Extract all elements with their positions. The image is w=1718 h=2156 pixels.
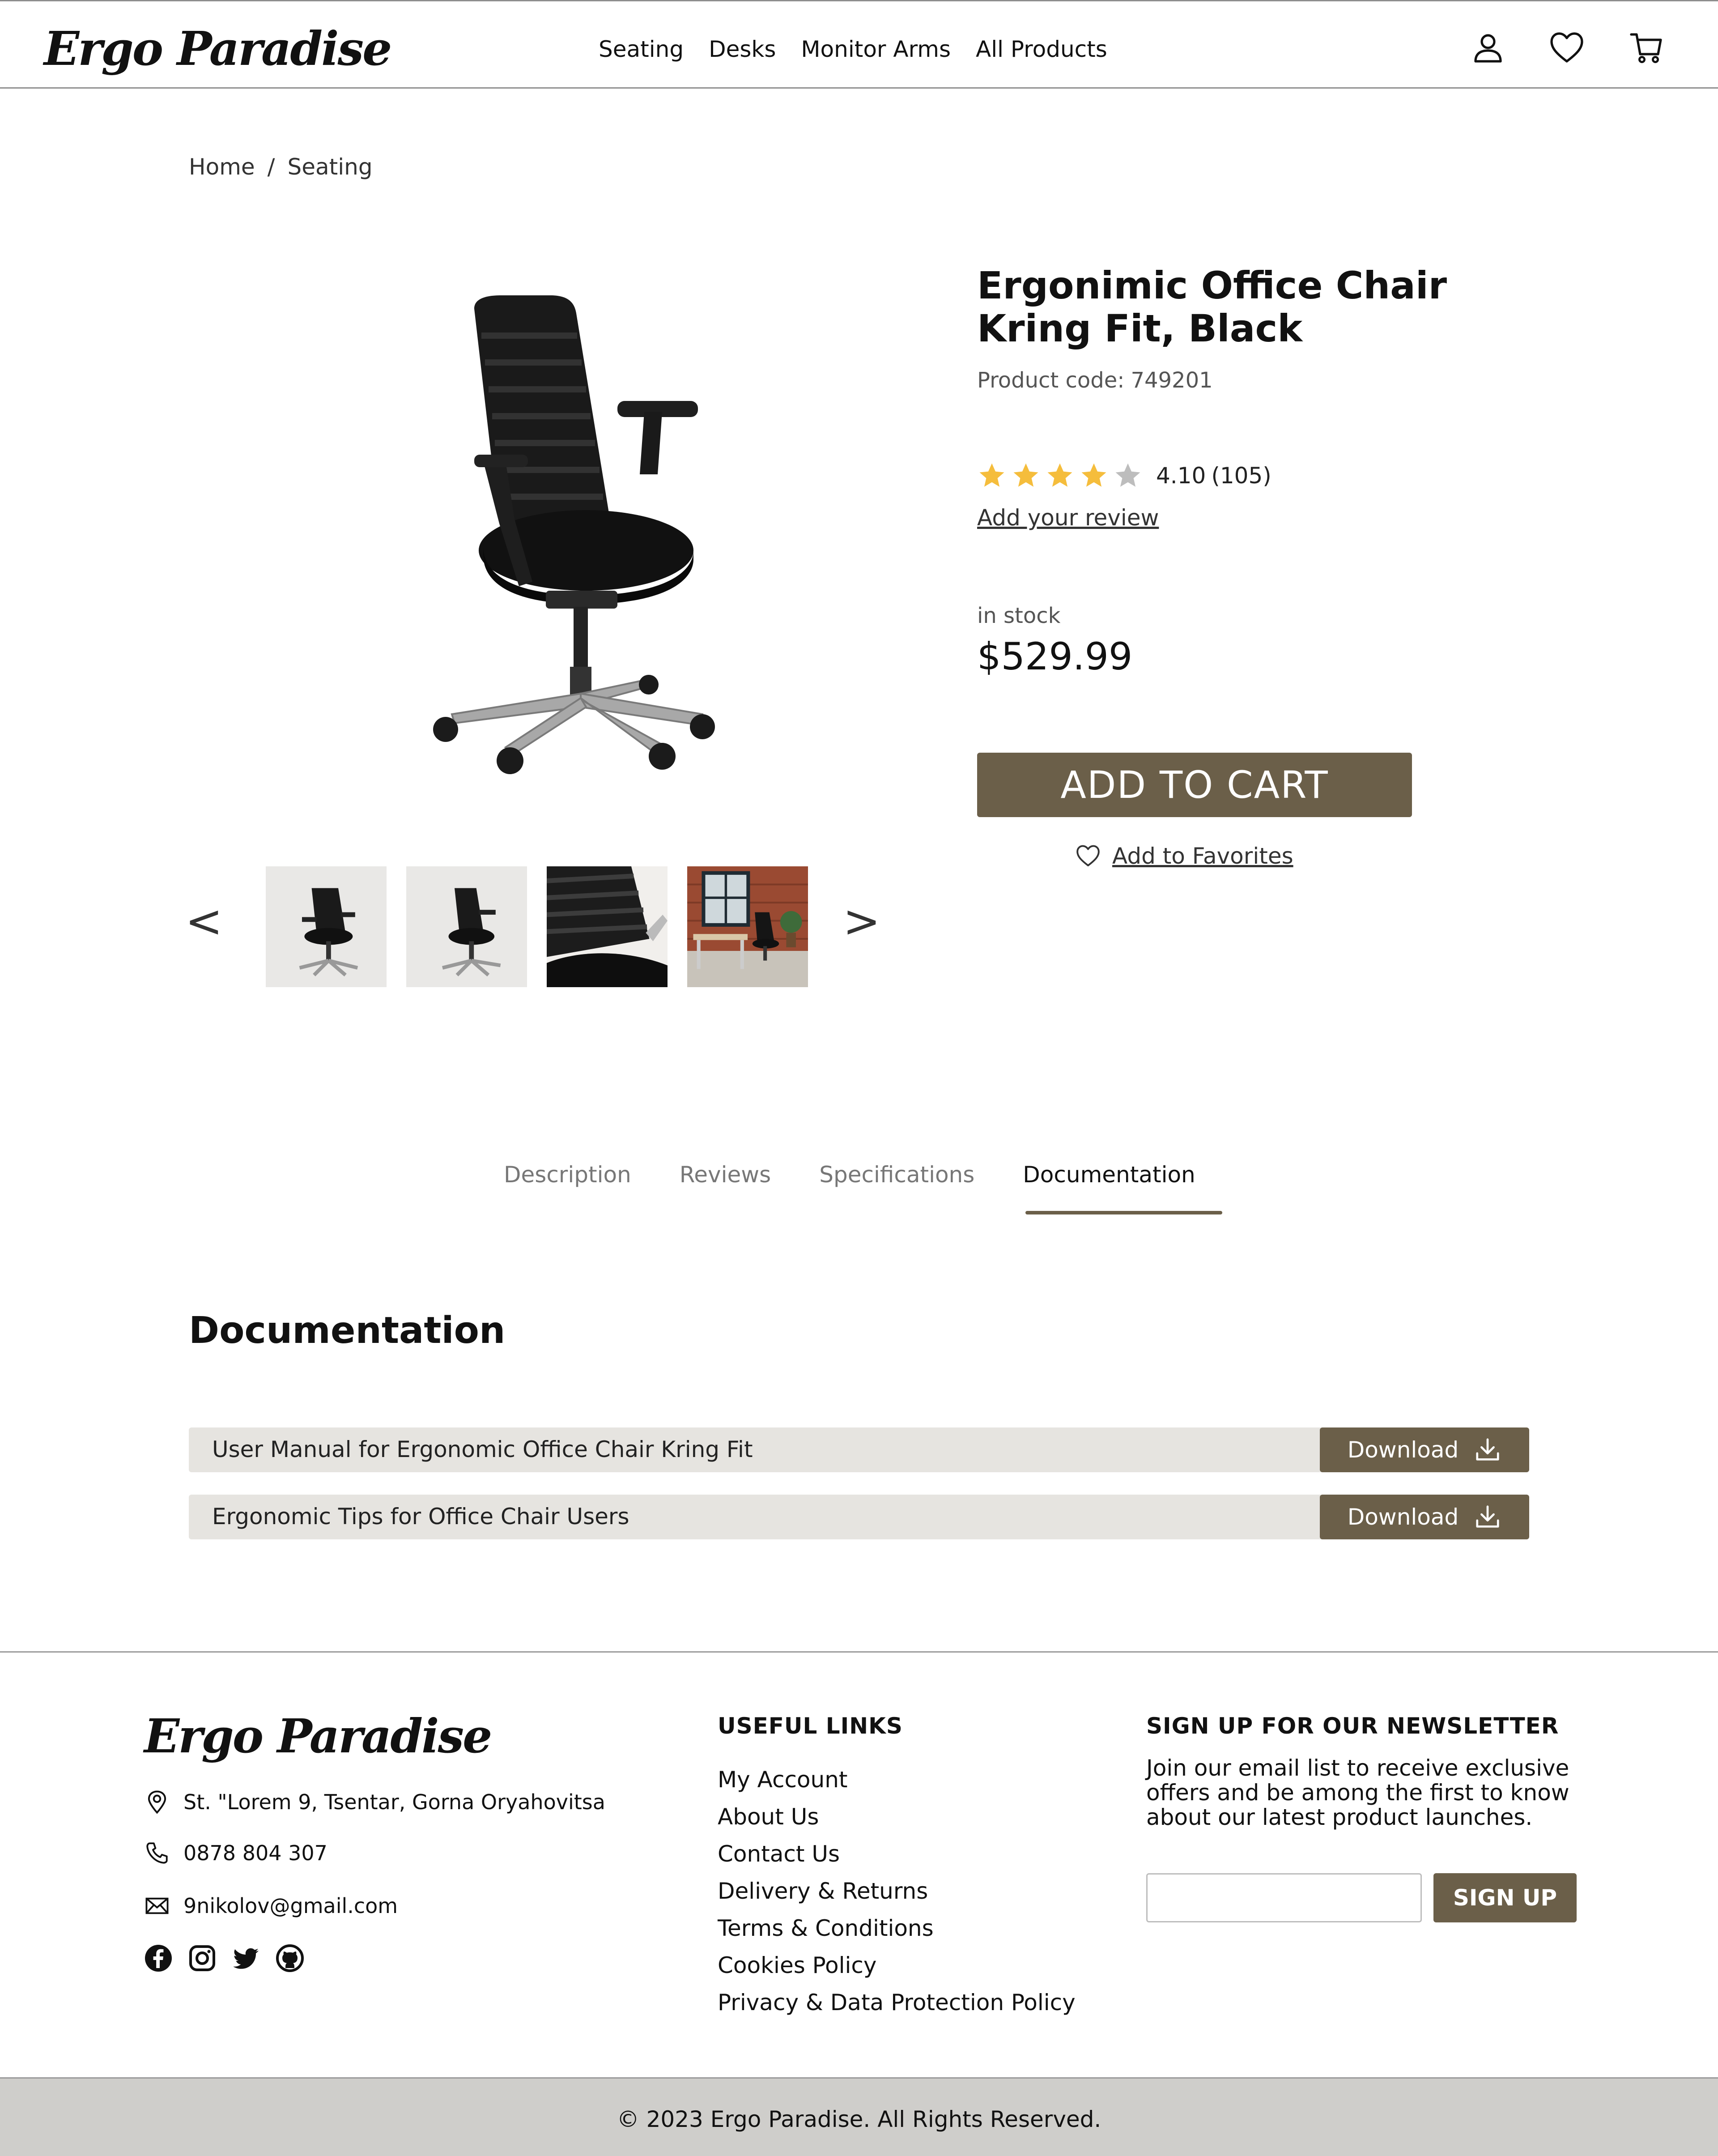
add-to-favorites-button[interactable]: Add to Favorites <box>1076 843 1293 869</box>
footer-link-privacy-policy[interactable]: Privacy & Data Protection Policy <box>718 1984 1076 2021</box>
download-icon <box>1476 1438 1499 1461</box>
product-rating: 4.10 (105) <box>977 461 1271 490</box>
main-nav: Seating Desks Monitor Arms All Products <box>599 36 1132 62</box>
download-button[interactable]: Download <box>1320 1427 1529 1472</box>
email-link[interactable]: 9nikolov@gmail.com <box>183 1894 398 1918</box>
footer-link-my-account[interactable]: My Account <box>718 1761 1076 1798</box>
gallery-prev-button[interactable]: < <box>185 895 223 947</box>
cart-icon[interactable] <box>1629 30 1664 66</box>
github-icon[interactable] <box>276 1944 304 1973</box>
location-pin-icon <box>148 1790 166 1814</box>
footer-link-delivery-returns[interactable]: Delivery & Returns <box>718 1873 1076 1910</box>
breadcrumb: Home / Seating <box>189 154 373 180</box>
instagram-icon[interactable] <box>188 1944 217 1973</box>
gallery-next-button[interactable]: > <box>843 895 880 947</box>
user-icon[interactable] <box>1470 30 1506 66</box>
tab-reviews[interactable]: Reviews <box>680 1162 771 1188</box>
star-filled-icon <box>1013 463 1038 487</box>
footer-brand-logo[interactable]: Ergo Paradise <box>144 1709 492 1764</box>
heart-outline-icon <box>1076 845 1100 866</box>
star-empty-icon <box>1115 463 1140 487</box>
thumbnail-chair-angle[interactable] <box>406 866 527 987</box>
active-tab-indicator <box>1025 1211 1222 1214</box>
footer-divider <box>0 1651 1718 1653</box>
footer-link-cookies-policy[interactable]: Cookies Policy <box>718 1947 1076 1984</box>
tab-description[interactable]: Description <box>504 1162 631 1188</box>
add-to-cart-button[interactable]: ADD TO CART <box>977 753 1412 817</box>
document-row: Ergonomic Tips for Office Chair Users Do… <box>189 1495 1529 1539</box>
stock-status: in stock <box>977 603 1061 628</box>
footer-link-contact-us[interactable]: Contact Us <box>718 1836 1076 1873</box>
phone-icon <box>146 1842 168 1864</box>
phone-link[interactable]: 0878 804 307 <box>183 1841 327 1865</box>
tab-specifications[interactable]: Specifications <box>819 1162 974 1188</box>
add-to-favorites-label: Add to Favorites <box>1112 843 1293 869</box>
envelope-icon <box>145 1897 169 1914</box>
address-text: St. "Lorem 9, Tsentar, Gorna Oryahovitsa <box>183 1790 605 1814</box>
add-review-link[interactable]: Add your review <box>977 505 1159 531</box>
download-icon <box>1476 1505 1499 1528</box>
download-button[interactable]: Download <box>1320 1495 1529 1539</box>
product-title: Ergonimic Office Chair Kring Fit, Black <box>977 264 1447 350</box>
product-code-value: 749201 <box>1131 368 1213 393</box>
footer-link-terms-conditions[interactable]: Terms & Conditions <box>718 1910 1076 1947</box>
breadcrumb-seating[interactable]: Seating <box>288 154 373 180</box>
copyright-text: © 2023 Ergo Paradise. All Rights Reserve… <box>617 2106 1101 2132</box>
footer-phone: 0878 804 307 <box>144 1840 327 1866</box>
rating-summary: 4.10 (105) <box>1156 463 1271 489</box>
download-label: Download <box>1347 1437 1459 1463</box>
nav-item-desks[interactable]: Desks <box>709 36 776 62</box>
newsletter-heading: SIGN UP FOR OUR NEWSLETTER <box>1146 1713 1559 1739</box>
thumbnail-chair-front[interactable] <box>266 866 387 987</box>
thumbnail-chair-in-office[interactable] <box>687 866 808 987</box>
footer-address: St. "Lorem 9, Tsentar, Gorna Oryahovitsa <box>144 1789 605 1815</box>
facebook-icon[interactable] <box>144 1944 173 1973</box>
nav-item-monitor-arms[interactable]: Monitor Arms <box>801 36 951 62</box>
document-row: User Manual for Ergonomic Office Chair K… <box>189 1427 1529 1472</box>
product-code-label: Product code: <box>977 368 1125 393</box>
rating-value: 4.10 <box>1156 463 1206 489</box>
documentation-heading: Documentation <box>189 1309 506 1352</box>
footer-email: 9nikolov@gmail.com <box>144 1893 398 1919</box>
nav-item-all-products[interactable]: All Products <box>976 36 1107 62</box>
nav-item-seating[interactable]: Seating <box>599 36 684 62</box>
product-main-image[interactable] <box>349 286 752 783</box>
footer-link-about-us[interactable]: About Us <box>718 1798 1076 1836</box>
newsletter-description: Join our email list to receive exclusive… <box>1146 1755 1569 1830</box>
thumbnail-chair-mesh-closeup[interactable] <box>547 866 668 987</box>
copyright-bar: © 2023 Ergo Paradise. All Rights Reserve… <box>0 2077 1718 2156</box>
heart-icon[interactable] <box>1549 30 1585 66</box>
download-label: Download <box>1347 1504 1459 1530</box>
review-count: (105) <box>1211 463 1271 489</box>
site-header: Ergo Paradise Seating Desks Monitor Arms… <box>0 0 1718 89</box>
newsletter-email-input[interactable] <box>1146 1873 1422 1922</box>
product-price: $529.99 <box>977 635 1133 678</box>
star-filled-icon <box>1081 463 1106 487</box>
newsletter-signup-button[interactable]: SIGN UP <box>1433 1873 1577 1922</box>
useful-links-list: My Account About Us Contact Us Delivery … <box>718 1761 1076 2021</box>
breadcrumb-home[interactable]: Home <box>189 154 255 180</box>
tab-documentation[interactable]: Documentation <box>1023 1162 1195 1188</box>
social-links <box>144 1944 304 1973</box>
product-code: Product code: 749201 <box>977 368 1213 393</box>
star-filled-icon <box>979 463 1004 487</box>
twitter-icon[interactable] <box>232 1944 260 1973</box>
brand-logo[interactable]: Ergo Paradise <box>44 21 392 76</box>
useful-links-heading: USEFUL LINKS <box>718 1713 903 1739</box>
document-title: Ergonomic Tips for Office Chair Users <box>212 1504 629 1530</box>
document-title: User Manual for Ergonomic Office Chair K… <box>212 1436 753 1462</box>
star-filled-icon <box>1047 463 1072 487</box>
product-tabs: Description Reviews Specifications Docum… <box>504 1162 1244 1188</box>
breadcrumb-separator: / <box>267 154 275 180</box>
